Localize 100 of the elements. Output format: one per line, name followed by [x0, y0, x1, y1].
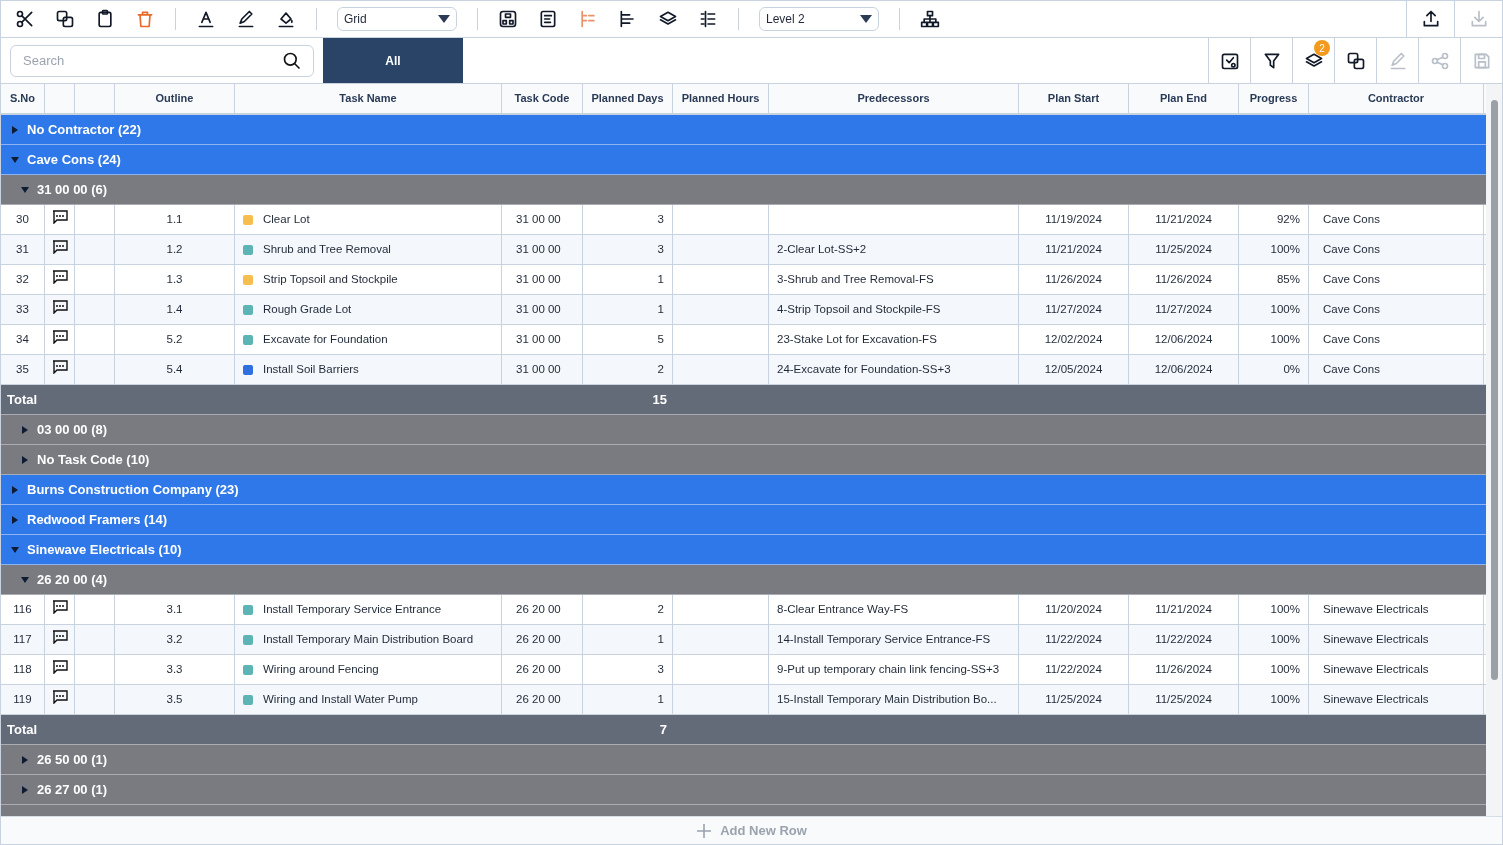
subgroup-row[interactable]: 26 50 00 (1)	[1, 745, 1486, 775]
plan-start: 12/05/2024	[1044, 361, 1103, 377]
dropdown[interactable]: Level 2	[759, 7, 879, 31]
total-value: 7	[658, 720, 667, 739]
contractor: Cave Cons	[1323, 361, 1380, 377]
caret-down-icon[interactable]	[11, 155, 19, 164]
task-name: Clear Lot	[263, 211, 310, 227]
cut-icon[interactable]	[15, 9, 35, 29]
group-row[interactable]: Sinewave Electricals (10)	[1, 535, 1486, 565]
caret-right-icon[interactable]	[21, 425, 29, 434]
copy-icon[interactable]	[1345, 50, 1366, 71]
text-color-icon[interactable]	[196, 9, 216, 29]
search-field[interactable]: Search	[10, 44, 314, 77]
row-number: 33	[16, 301, 29, 317]
plan-end: 12/06/2024	[1154, 361, 1213, 377]
task-name: Strip Topsoil and Stockpile	[263, 271, 398, 287]
comment-icon[interactable]	[51, 240, 68, 254]
progress-value: 85%	[1276, 271, 1300, 287]
group-label: 26 50 00 (1)	[37, 750, 108, 769]
column-header[interactable]: Plan End	[1159, 90, 1208, 107]
task-code: 26 20 00	[516, 661, 561, 677]
comment-icon[interactable]	[51, 360, 68, 374]
task-code: 31 00 00	[516, 211, 561, 227]
fill-bucket-icon[interactable]	[276, 9, 296, 29]
row-number: 34	[16, 331, 29, 347]
diagram-icon[interactable]	[498, 9, 518, 29]
caret-down-icon[interactable]	[11, 545, 19, 554]
caret-right-icon[interactable]	[21, 755, 29, 764]
column-header[interactable]: Planned Hours	[681, 90, 760, 107]
task-code: 31 00 00	[516, 361, 561, 377]
dropdown[interactable]: Grid	[337, 7, 457, 31]
subgroup-row[interactable]: No Task Code (10)	[1, 445, 1486, 475]
predecessor: 9-Put up temporary chain link fencing-SS+3	[777, 661, 1000, 677]
search-icon[interactable]	[282, 50, 302, 71]
column-header[interactable]: Plan Start	[1047, 90, 1100, 107]
column-header[interactable]: S.No	[9, 90, 36, 107]
total-label: Total	[6, 720, 39, 739]
planned-days: 1	[657, 270, 664, 289]
caret-right-icon[interactable]	[21, 785, 29, 794]
column-header[interactable]: Planned Days	[591, 90, 664, 107]
column-header[interactable]: Progress	[1249, 90, 1298, 107]
outline-number: 3.3	[166, 661, 183, 677]
contractor: Cave Cons	[1323, 331, 1380, 347]
caret-right-icon[interactable]	[11, 515, 19, 524]
comment-icon[interactable]	[51, 300, 68, 314]
task-code: 31 00 00	[516, 331, 561, 347]
caret-down-icon[interactable]	[21, 575, 29, 584]
group-row[interactable]: No Contractor (22)	[1, 115, 1486, 145]
clipboard-icon[interactable]	[95, 9, 115, 29]
caret-right-icon[interactable]	[11, 125, 19, 134]
plan-start: 11/22/2024	[1045, 631, 1102, 647]
caret-right-icon[interactable]	[11, 485, 19, 494]
progress-value: 100%	[1270, 301, 1300, 317]
row-number: 119	[13, 691, 32, 707]
group-row[interactable]: Cave Cons (24)	[1, 145, 1486, 175]
outline-number: 1.3	[166, 271, 183, 287]
comment-icon[interactable]	[51, 600, 68, 614]
column-header[interactable]: Contractor	[1367, 90, 1425, 107]
group-row[interactable]: Burns Construction Company (23)	[1, 475, 1486, 505]
outline-number: 5.4	[166, 361, 183, 377]
subgroup-row[interactable]: 26 20 00 (4)	[1, 565, 1486, 595]
planned-days: 1	[657, 690, 664, 709]
plan-end: 11/22/2024	[1155, 631, 1212, 647]
outline-number: 5.2	[166, 331, 183, 347]
comment-icon[interactable]	[51, 630, 68, 644]
comment-icon[interactable]	[51, 270, 68, 284]
plus-icon	[696, 822, 713, 839]
tab[interactable]: All	[323, 38, 463, 83]
comment-icon[interactable]	[51, 660, 68, 674]
scrollbar[interactable]	[1486, 84, 1502, 816]
subgroup-row[interactable]: 31 00 00 (6)	[1, 175, 1486, 205]
caret-down-icon[interactable]	[21, 185, 29, 194]
comment-icon[interactable]	[51, 690, 68, 704]
subgroup-row[interactable]: 03 00 00 (8)	[1, 415, 1486, 445]
list-icon[interactable]	[538, 9, 558, 29]
comment-icon[interactable]	[51, 210, 68, 224]
task-code: 26 20 00	[516, 601, 561, 617]
task-code: 31 00 00	[516, 301, 561, 317]
pencil-icon[interactable]	[236, 9, 256, 29]
comment-icon[interactable]	[51, 330, 68, 344]
column-header[interactable]: Task Name	[339, 90, 397, 107]
column-header[interactable]: Task Code	[514, 90, 570, 107]
plan-end: 11/25/2024	[1155, 241, 1212, 257]
hierarchy-icon[interactable]	[920, 9, 940, 29]
progress-value: 100%	[1270, 601, 1300, 617]
indent-icon[interactable]	[698, 9, 718, 29]
plan-start: 11/20/2024	[1045, 601, 1102, 617]
column-header[interactable]: Outline	[155, 90, 194, 107]
group-row[interactable]: Redwood Framers (14)	[1, 505, 1486, 535]
trash-icon[interactable]	[135, 9, 155, 29]
planned-days: 3	[657, 240, 664, 259]
copy-icon[interactable]	[55, 9, 75, 29]
predecessor: 2-Clear Lot-SS+2	[777, 241, 867, 257]
caret-right-icon[interactable]	[21, 455, 29, 464]
column-header[interactable]: Predecessors	[857, 90, 930, 107]
group-label: Cave Cons (24)	[27, 150, 121, 169]
plan-end: 11/21/2024	[1155, 601, 1212, 617]
subgroup-row[interactable]: 26 27 00 (1)	[1, 775, 1486, 805]
progress-value: 0%	[1283, 361, 1300, 377]
contractor: Cave Cons	[1323, 301, 1380, 317]
